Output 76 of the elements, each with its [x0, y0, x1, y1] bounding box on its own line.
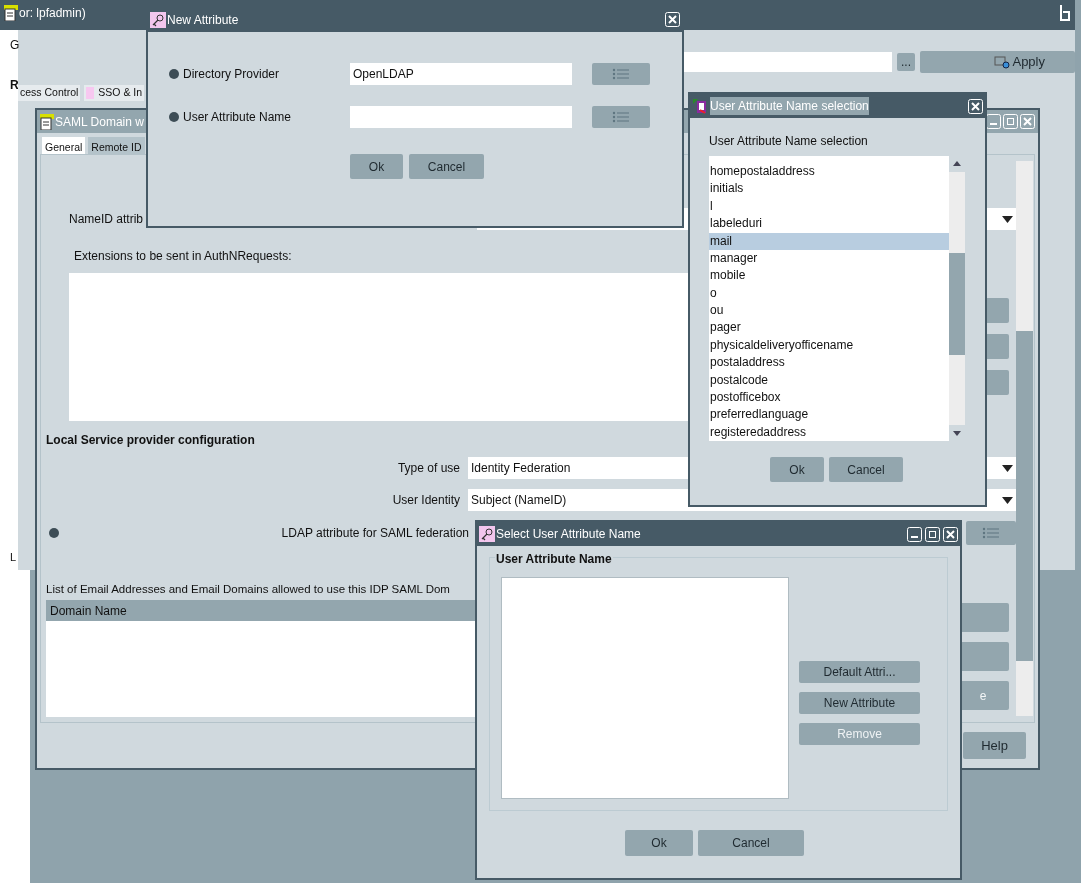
list-item[interactable]: mail [709, 232, 949, 250]
ok-button[interactable]: Ok [770, 457, 824, 482]
section-title: Local Service provider configuration [46, 432, 255, 449]
list-item[interactable]: postofficebox [709, 388, 949, 407]
list-item[interactable]: pager [709, 319, 949, 337]
action-button[interactable]: Default Attri... [799, 661, 920, 683]
logo-icon [1059, 4, 1071, 22]
list-item[interactable]: labeleduri [709, 215, 949, 233]
section-label: R [10, 77, 18, 94]
list-item[interactable]: postalcode [709, 371, 949, 389]
field-label: User Identity [391, 492, 461, 509]
scrollbar-thumb[interactable] [1016, 331, 1033, 661]
ok-button[interactable]: Ok [625, 830, 693, 856]
cancel-button[interactable]: Cancel [698, 830, 804, 856]
minimize-icon[interactable] [907, 526, 922, 542]
caret-icon [1002, 464, 1013, 472]
window-title: SAML Domain w [55, 113, 144, 131]
list-button[interactable] [592, 106, 650, 128]
field-label: User Attribute Name [183, 109, 292, 126]
menu-item[interactable]: G [10, 36, 18, 54]
tab[interactable]: General [42, 137, 86, 154]
list-item[interactable]: homepostaladdress [709, 163, 949, 181]
help-button[interactable]: Help [963, 732, 1026, 759]
field-label: List of Email Addresses and Email Domains allowed to use this IDP SAML Dom [46, 582, 450, 597]
apply-button[interactable]: Apply [920, 51, 1075, 73]
browse-button[interactable]: ... [897, 53, 915, 71]
list-item[interactable]: o [709, 284, 949, 302]
scrollbar[interactable] [1016, 161, 1033, 716]
field-label: LDAP attribute for SAML federation [281, 525, 469, 542]
section-label: L [10, 550, 18, 565]
list-item[interactable]: postaladdress [709, 354, 949, 372]
cancel-button[interactable]: Cancel [829, 457, 903, 482]
list-item[interactable]: mobile [709, 267, 949, 285]
text-field[interactable]: OpenLDAP [350, 63, 572, 85]
window-title: or: lpfadmin) [19, 5, 86, 22]
app-icon [4, 5, 18, 21]
scrollbar-thumb[interactable] [949, 253, 965, 355]
list-button[interactable] [592, 63, 650, 85]
field-label: Directory Provider [183, 66, 280, 83]
list-item[interactable]: preferredlanguage [709, 406, 949, 424]
close-icon[interactable] [943, 526, 958, 542]
list-icon [611, 68, 631, 80]
tab[interactable]: cess Control [18, 85, 81, 101]
list-item[interactable]: physicaldeliveryofficename [709, 336, 949, 355]
close-icon[interactable] [968, 98, 983, 114]
caret-icon [1002, 496, 1013, 504]
maximize-icon[interactable] [925, 526, 940, 542]
tab-icon [86, 87, 95, 99]
window-title: New Attribute [167, 11, 239, 29]
key-icon [479, 526, 495, 542]
window-title: User Attribute Name selection [710, 97, 869, 115]
list-button[interactable] [966, 521, 1016, 545]
tab[interactable]: SSO & In [84, 85, 145, 101]
list-item[interactable]: manager [709, 249, 949, 268]
ok-button[interactable]: Ok [350, 154, 403, 179]
cancel-button[interactable]: Cancel [409, 154, 484, 179]
list-item[interactable]: registeredaddress [709, 423, 949, 441]
close-icon[interactable] [665, 12, 680, 27]
key-icon [150, 11, 166, 28]
list-item[interactable]: ou [709, 302, 949, 320]
list-item[interactable]: initials [709, 180, 949, 198]
window-title: Select User Attribute Name [496, 526, 641, 543]
field-label: NameID attrib [69, 211, 145, 228]
server-icon [994, 55, 1011, 69]
list-icon [981, 527, 1001, 539]
tab[interactable]: Remote ID [88, 137, 145, 154]
action-button[interactable]: New Attribute [799, 692, 920, 714]
field-label: Type of use [396, 460, 461, 477]
field-label: Extensions to be sent in AuthNRequests: [74, 248, 292, 265]
list-heading: User Attribute Name selection [709, 133, 869, 150]
text-field[interactable] [350, 106, 572, 128]
app-icon [40, 113, 54, 130]
caret-icon [1002, 215, 1013, 223]
list-icon [611, 111, 631, 123]
list-item[interactable]: l [709, 197, 949, 216]
app-icon [692, 98, 708, 114]
